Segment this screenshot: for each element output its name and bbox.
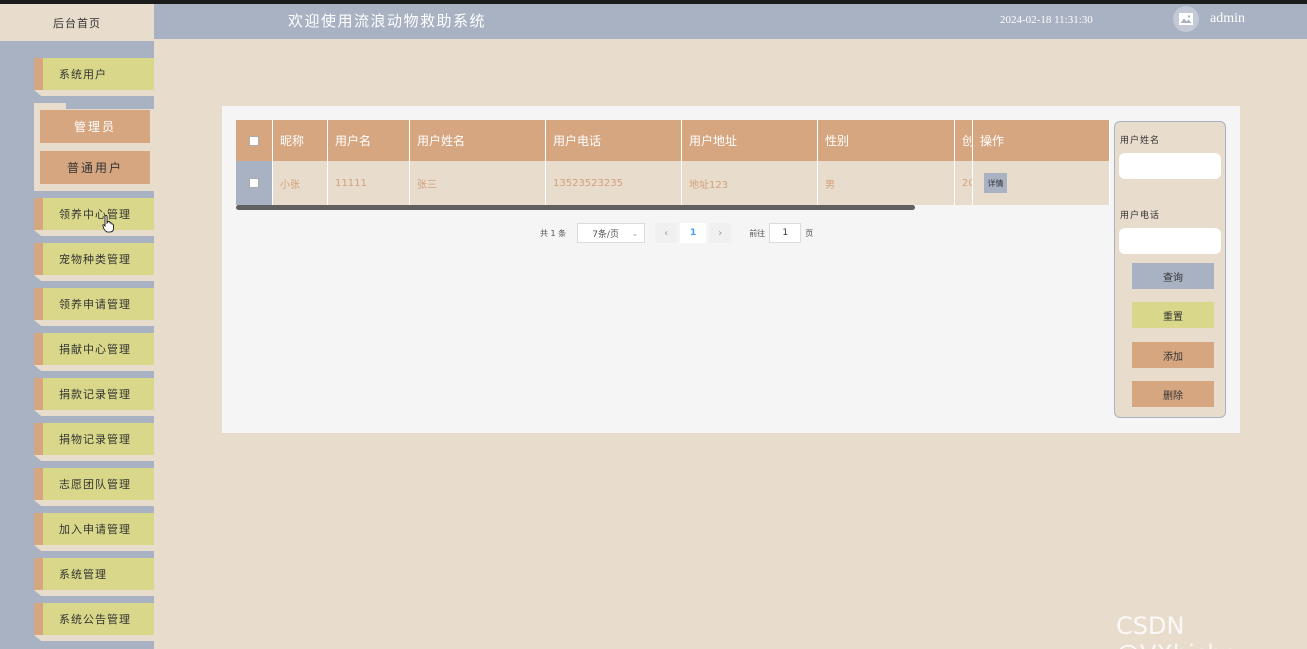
sidebar-item-volunteer-team[interactable]: 志愿团队管理	[34, 468, 154, 506]
sidebar-item-label: 志愿团队管理	[43, 468, 154, 500]
column-header-actions: 操作	[973, 120, 1110, 161]
sidebar-item-goods-donations[interactable]: 捐物记录管理	[34, 423, 154, 461]
sidebar-item-label: 捐物记录管理	[43, 423, 154, 455]
sidebar-item-label: 捐献中心管理	[43, 333, 154, 365]
page-size-select[interactable]: 7条/页 ⌄	[577, 223, 646, 243]
users-table: 昵称 用户名 用户姓名 用户电话 用户地址 性别 创 操作 小张 11111 张…	[236, 120, 1110, 212]
cell-actions: 详情	[973, 161, 1110, 205]
name-search-input[interactable]	[1119, 153, 1221, 179]
pagination: 共 1 条 7条/页 ⌄ ‹ 1 › 前往 1 页	[540, 223, 813, 243]
column-header[interactable]: 创	[955, 120, 973, 161]
cell-created: 20	[955, 161, 973, 205]
column-header[interactable]: 用户名	[328, 120, 410, 161]
sidebar-item-label: 加入申请管理	[43, 513, 154, 545]
search-panel: 用户姓名 用户电话 查询 重置 添加 删除	[1114, 121, 1226, 418]
table-horizontal-scrollbar[interactable]	[236, 205, 915, 210]
phone-label: 用户电话	[1120, 211, 1161, 221]
sidebar-item-label: 系统用户	[43, 58, 154, 90]
sidebar-item-system-users[interactable]: 系统用户	[34, 58, 154, 96]
home-link[interactable]: 后台首页	[0, 4, 154, 41]
sidebar-item-donation-center[interactable]: 捐献中心管理	[34, 333, 154, 371]
sidebar-item-adoption-center[interactable]: 领养中心管理	[34, 198, 154, 236]
sidebar-item-label: 领养中心管理	[43, 198, 154, 230]
column-header[interactable]: 用户地址	[682, 120, 818, 161]
cell-phone: 13523523235	[546, 161, 682, 205]
sidebar-item-label: 宠物种类管理	[43, 243, 154, 275]
home-link-label: 后台首页	[53, 16, 101, 30]
cell-gender: 男	[818, 161, 955, 205]
select-all-checkbox[interactable]	[249, 135, 259, 146]
column-header[interactable]: 性别	[818, 120, 955, 161]
page-title: 欢迎使用流浪动物救助系统	[288, 12, 487, 30]
row-select-cell	[236, 161, 273, 205]
page-size-value: 7条/页	[592, 229, 619, 240]
column-header[interactable]: 昵称	[273, 120, 328, 161]
sidebar-item-label: 捐款记录管理	[43, 378, 154, 410]
prev-page-button[interactable]: ‹	[655, 223, 678, 243]
phone-search-input[interactable]	[1119, 228, 1221, 254]
page-suffix-label: 页	[805, 228, 814, 238]
delete-button[interactable]: 删除	[1132, 381, 1214, 407]
image-icon	[1179, 13, 1193, 25]
table-row: 小张 11111 张三 13523523235 地址123 男 20 详情	[236, 161, 1110, 205]
sidebar-item-label: 系统管理	[43, 558, 154, 590]
submenu-system-users: 管理员 普通用户	[34, 103, 154, 191]
sidebar-item-join-application[interactable]: 加入申请管理	[34, 513, 154, 551]
sidebar-item-label: 系统公告管理	[43, 603, 154, 635]
cell-username: 11111	[328, 161, 410, 205]
sidebar-item-announcements[interactable]: 系统公告管理	[34, 603, 154, 641]
goto-page-input[interactable]: 1	[769, 223, 802, 243]
sidebar-item-pet-category[interactable]: 宠物种类管理	[34, 243, 154, 281]
table-header: 昵称 用户名 用户姓名 用户电话 用户地址 性别 创 操作	[236, 120, 1110, 161]
next-page-button[interactable]: ›	[709, 223, 732, 243]
sidebar-item-system-management[interactable]: 系统管理	[34, 558, 154, 596]
column-header[interactable]: 用户电话	[546, 120, 682, 161]
top-header: 欢迎使用流浪动物救助系统 2024-02-18 11:31:30 admin	[154, 4, 1307, 39]
page-number-current[interactable]: 1	[680, 223, 707, 243]
sidebar-item-adoption-application[interactable]: 领养申请管理	[34, 288, 154, 326]
goto-label: 前往	[749, 228, 766, 238]
cell-address: 地址123	[682, 161, 818, 205]
submenu-item-admin[interactable]: 管理员	[40, 110, 150, 143]
cell-nickname: 小张	[273, 161, 328, 205]
query-button[interactable]: 查询	[1132, 263, 1214, 289]
row-checkbox[interactable]	[249, 178, 259, 188]
cell-realname: 张三	[410, 161, 546, 205]
chevron-down-icon: ⌄	[631, 228, 639, 238]
hand-cursor-icon	[102, 215, 114, 233]
column-header[interactable]: 用户姓名	[410, 120, 546, 161]
header-datetime: 2024-02-18 11:31:30	[1000, 14, 1093, 26]
detail-button[interactable]: 详情	[984, 173, 1007, 193]
reset-button[interactable]: 重置	[1132, 302, 1214, 328]
avatar[interactable]	[1173, 6, 1199, 32]
sidebar-item-label: 领养申请管理	[43, 288, 154, 320]
name-label: 用户姓名	[1120, 136, 1161, 146]
main-panel: 昵称 用户名 用户姓名 用户电话 用户地址 性别 创 操作 小张 11111 张…	[222, 106, 1240, 433]
watermark: CSDN @VXbishe	[1116, 612, 1237, 649]
submenu-item-normal-user[interactable]: 普通用户	[40, 151, 150, 184]
header-username[interactable]: admin	[1210, 11, 1245, 27]
add-button[interactable]: 添加	[1132, 342, 1214, 368]
sidebar-item-money-donations[interactable]: 捐款记录管理	[34, 378, 154, 416]
pagination-total: 共 1 条	[540, 228, 567, 238]
select-all-cell	[236, 120, 273, 161]
